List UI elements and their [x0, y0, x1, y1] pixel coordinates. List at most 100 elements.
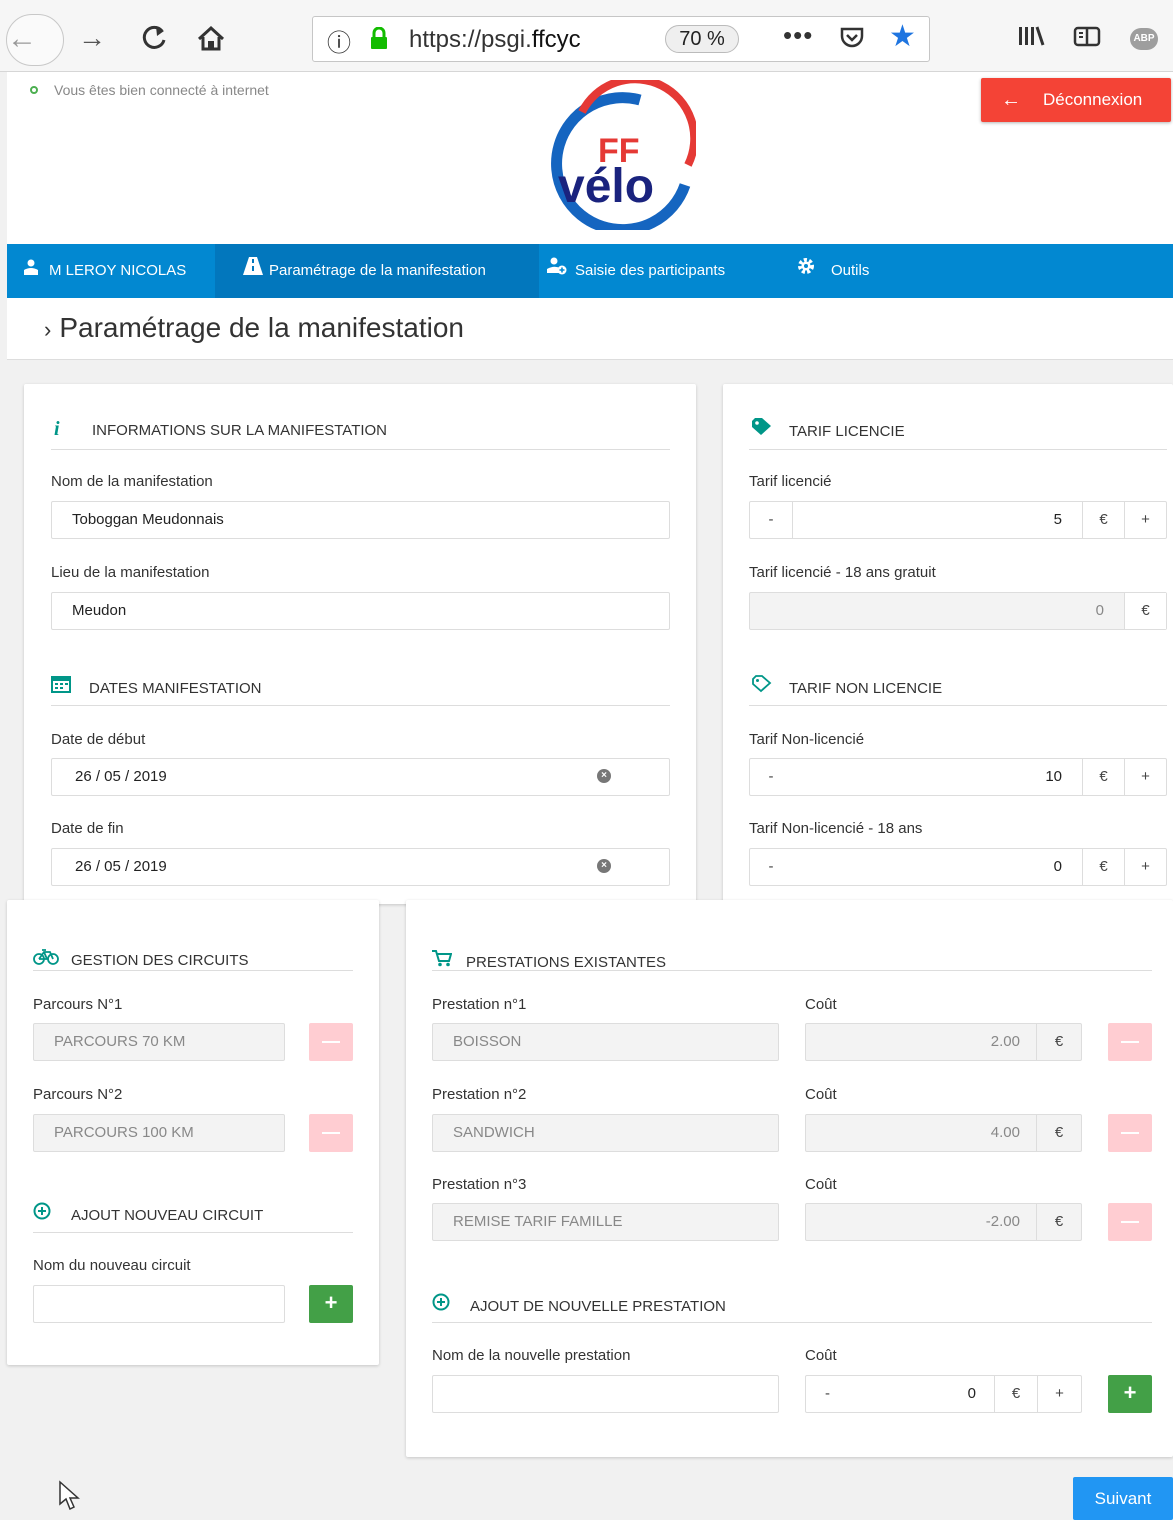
- nav-outils-label: Outils: [831, 262, 870, 279]
- remove-circuit-2-button[interactable]: [309, 1114, 353, 1152]
- chevron-right-icon: ›: [44, 317, 52, 342]
- remove-prestation-3-button[interactable]: [1108, 1203, 1152, 1241]
- tarif-non-licencie-label: TARIF NON LICENCIE: [789, 680, 943, 697]
- info-card: [24, 384, 696, 904]
- increment-button[interactable]: +: [1124, 502, 1166, 538]
- adblock-icon[interactable]: ABP: [1130, 28, 1158, 50]
- name-input[interactable]: Toboggan Meudonnais: [51, 501, 670, 539]
- tarif-non-licencie-field-label: Tarif Non-licencié: [749, 731, 865, 748]
- library-icon[interactable]: [1016, 16, 1046, 67]
- add-user-icon: [539, 244, 575, 298]
- prestation-2-cost: 4.00 €: [805, 1114, 1082, 1152]
- nav-item-user[interactable]: M LEROY NICOLAS: [7, 244, 215, 298]
- zoom-level[interactable]: 70 %: [665, 25, 739, 53]
- info-icon[interactable]: ⓘ: [327, 23, 351, 58]
- dates-section-label: DATES MANIFESTATION: [89, 680, 262, 697]
- logout-button[interactable]: ← Déconnexion: [981, 78, 1171, 122]
- clear-start-date-icon[interactable]: ×: [597, 769, 611, 783]
- divider: [33, 1232, 353, 1233]
- nav-item-outils[interactable]: Outils: [787, 244, 869, 298]
- road-icon: [243, 244, 269, 298]
- circuits-section-title: GESTION DES CIRCUITS: [33, 949, 249, 969]
- place-input[interactable]: Meudon: [51, 592, 670, 630]
- pocket-icon[interactable]: [839, 24, 865, 57]
- forward-arrow-icon[interactable]: →: [78, 18, 106, 58]
- decrement-button[interactable]: -: [750, 502, 792, 538]
- tarif-licencie-label: TARIF LICENCIE: [789, 423, 905, 440]
- decrement-button[interactable]: -: [806, 1376, 849, 1412]
- info-icon: i: [54, 418, 60, 440]
- new-prestation-input[interactable]: [432, 1375, 779, 1413]
- more-menu-icon[interactable]: •••: [783, 20, 813, 51]
- prestation-3-input: REMISE TARIF FAMILLE: [432, 1203, 779, 1241]
- home-icon[interactable]: [196, 18, 226, 69]
- lock-icon[interactable]: [369, 26, 389, 49]
- add-circuit-button[interactable]: +: [309, 1285, 353, 1323]
- online-dot-icon: [30, 86, 38, 94]
- name-label: Nom de la manifestation: [51, 473, 213, 490]
- info-section-title: i INFORMATIONS SUR LA MANIFESTATION: [54, 418, 387, 441]
- circuit-2-input: PARCOURS 100 KM: [33, 1114, 285, 1152]
- cost-label: Coût: [805, 1086, 837, 1103]
- new-prestation-label: Nom de la nouvelle prestation: [432, 1347, 631, 1364]
- circuit-1-label: Parcours N°1: [33, 996, 123, 1013]
- decrement-button[interactable]: -: [750, 849, 792, 885]
- remove-circuit-1-button[interactable]: [309, 1023, 353, 1061]
- euro-addon: €: [1082, 502, 1124, 538]
- euro-addon: €: [994, 1376, 1037, 1412]
- decrement-button[interactable]: -: [750, 759, 792, 795]
- prestations-section-title: PRESTATIONS EXISTANTES: [432, 949, 666, 971]
- connection-status: Vous êtes bien connecté à internet: [30, 82, 269, 98]
- start-date-input[interactable]: 26 / 05 / 2019: [51, 758, 670, 796]
- logout-label: Déconnexion: [1043, 90, 1143, 109]
- prestation-1-label: Prestation n°1: [432, 996, 527, 1013]
- tarif-non-licencie-18-stepper: - 0 € +: [749, 848, 1167, 886]
- new-circuit-input[interactable]: [33, 1285, 285, 1323]
- prestation-3-label: Prestation n°3: [432, 1176, 527, 1193]
- divider: [749, 705, 1167, 706]
- url-bar[interactable]: ⓘ https://psgi.ffcyc 70 % ••• ★: [312, 16, 930, 62]
- divider: [51, 705, 670, 706]
- nav-item-param[interactable]: Paramétrage de la manifestation: [215, 244, 539, 298]
- euro-addon: €: [1036, 1115, 1081, 1151]
- new-prestation-cost-value[interactable]: 0: [849, 1376, 994, 1412]
- tag-outline-icon: [751, 675, 789, 697]
- tarif-licencie-field-label: Tarif licencié: [749, 473, 832, 490]
- add-prestation-label: AJOUT DE NOUVELLE PRESTATION: [470, 1298, 726, 1315]
- place-label: Lieu de la manifestation: [51, 564, 210, 581]
- user-icon: [23, 244, 49, 298]
- bookmark-star-icon[interactable]: ★: [889, 19, 916, 54]
- circuit-2-label: Parcours N°2: [33, 1086, 123, 1103]
- divider: [51, 449, 670, 450]
- reader-view-icon[interactable]: [1072, 16, 1102, 67]
- euro-addon: €: [1124, 593, 1166, 629]
- clear-end-date-icon[interactable]: ×: [597, 859, 611, 873]
- end-date-input[interactable]: 26 / 05 / 2019: [51, 848, 670, 886]
- prestation-2-cost-value: 4.00: [990, 1124, 1020, 1141]
- new-prestation-cost-stepper: - 0 € +: [805, 1375, 1082, 1413]
- cost-label: Coût: [805, 996, 837, 1013]
- back-arrow-icon[interactable]: ←: [6, 14, 64, 66]
- increment-button[interactable]: +: [1037, 1376, 1081, 1412]
- url-text[interactable]: https://psgi.ffcyc: [409, 26, 599, 54]
- nav-item-saisie[interactable]: Saisie des participants: [539, 244, 779, 298]
- prestation-3-cost: -2.00 €: [805, 1203, 1082, 1241]
- remove-prestation-2-button[interactable]: [1108, 1114, 1152, 1152]
- tarif-non-licencie-18-value[interactable]: 0: [792, 849, 1082, 885]
- tag-icon: [751, 418, 789, 440]
- tarif-licencie-18-label: Tarif licencié - 18 ans gratuit: [749, 564, 936, 581]
- next-button[interactable]: Suivant: [1073, 1477, 1173, 1520]
- add-prestation-button[interactable]: +: [1108, 1375, 1152, 1413]
- reload-icon[interactable]: [140, 18, 168, 69]
- increment-button[interactable]: +: [1124, 759, 1166, 795]
- bicycle-icon: [33, 949, 71, 969]
- tarif-non-licencie-value[interactable]: 10: [792, 759, 1082, 795]
- divider: [749, 449, 1167, 450]
- increment-button[interactable]: +: [1124, 849, 1166, 885]
- end-date-label: Date de fin: [51, 820, 124, 837]
- prestation-1-input: BOISSON: [432, 1023, 779, 1061]
- tarif-licencie-value[interactable]: 5: [792, 502, 1082, 538]
- add-prestation-title: AJOUT DE NOUVELLE PRESTATION: [432, 1293, 726, 1315]
- remove-prestation-1-button[interactable]: [1108, 1023, 1152, 1061]
- divider: [432, 970, 1152, 971]
